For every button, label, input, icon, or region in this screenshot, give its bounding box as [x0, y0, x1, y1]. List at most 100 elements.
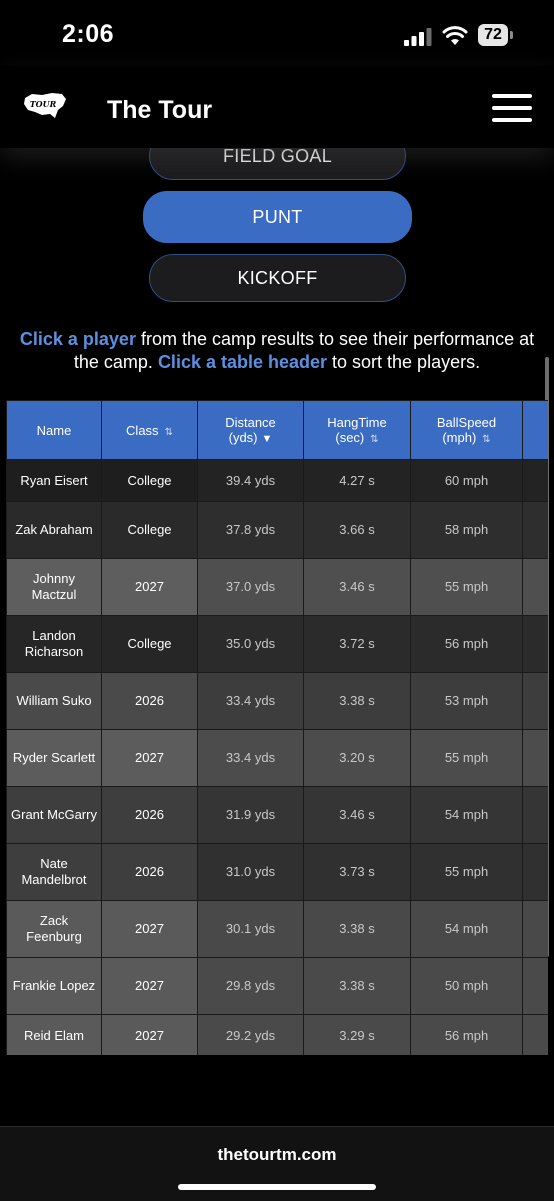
player-name[interactable]: Reid Elam [6, 1014, 102, 1055]
player-name[interactable]: Frankie Lopez [6, 957, 102, 1015]
status-time: 2:06 [62, 20, 115, 48]
ballspeed-value: 54 mph [410, 900, 523, 958]
app-title: The Tour [107, 96, 213, 124]
player-class: 2027 [101, 957, 198, 1015]
distance-value: 35.0 yds [197, 615, 304, 673]
distance-value: 29.8 yds [197, 957, 304, 1015]
home-indicator[interactable] [178, 1184, 376, 1190]
table-row[interactable]: Ryder Scarlett 2027 33.4 yds 3.20 s 55 mph [6, 729, 548, 787]
logo-text: TOUR [30, 99, 57, 109]
ballspeed-value: 56 mph [410, 615, 523, 673]
hangtime-value: 3.66 s [303, 501, 411, 559]
distance-value: 33.4 yds [197, 672, 304, 730]
sort-icon: ⇅ [164, 426, 173, 438]
cellular-signal-icon [404, 28, 432, 46]
hangtime-value: 3.38 s [303, 957, 411, 1015]
ballspeed-value: 56 mph [410, 1014, 523, 1055]
table-row[interactable]: Zak Abraham College 37.8 yds 3.66 s 58 mph [6, 501, 548, 559]
hidden-column-cell [522, 558, 548, 616]
distance-value: 37.0 yds [197, 558, 304, 616]
status-bar: 2:06 72 [0, 0, 554, 70]
hidden-column-cell [522, 786, 548, 844]
table-row[interactable]: Reid Elam 2027 29.2 yds 3.29 s 56 mph [6, 1014, 548, 1055]
table-row[interactable]: William Suko 2026 33.4 yds 3.38 s 53 mph [6, 672, 548, 730]
click-player-link[interactable]: Click a player [20, 329, 136, 349]
table-row[interactable]: Frankie Lopez 2027 29.8 yds 3.38 s 50 mph [6, 957, 548, 1015]
ballspeed-value: 58 mph [410, 501, 523, 559]
player-class: 2027 [101, 900, 198, 958]
url-bar[interactable]: thetourtm.com [0, 1145, 554, 1165]
table-row[interactable]: Nate Mandelbrot 2026 31.0 yds 3.73 s 55 mph [6, 843, 548, 901]
column-header-name[interactable]: Name [6, 400, 102, 460]
distance-value: 31.0 yds [197, 843, 304, 901]
distance-value: 31.9 yds [197, 786, 304, 844]
distance-value: 29.2 yds [197, 1014, 304, 1055]
table-row[interactable]: Ryan Eisert College 39.4 yds 4.27 s 60 mph [6, 459, 548, 502]
table-row[interactable]: Grant McGarry 2026 31.9 yds 3.46 s 54 mph [6, 786, 548, 844]
hidden-column-cell [522, 501, 548, 559]
player-class: 2027 [101, 558, 198, 616]
wifi-icon [442, 26, 468, 45]
player-class: 2027 [101, 729, 198, 787]
column-header-more[interactable] [522, 400, 548, 460]
distance-value: 30.1 yds [197, 900, 304, 958]
hangtime-value: 3.46 s [303, 558, 411, 616]
browser-bottom-bar: thetourtm.com [0, 1126, 554, 1201]
hidden-column-cell [522, 615, 548, 673]
column-header-distance[interactable]: Distance (yds) ▼ [197, 400, 304, 460]
table-row[interactable]: Landon Richarson College 35.0 yds 3.72 s 56 … [6, 615, 548, 673]
player-name[interactable]: Nate Mandelbrot [6, 843, 102, 901]
ballspeed-value: 54 mph [410, 786, 523, 844]
table-row[interactable]: Johnny Mactzul 2027 37.0 yds 3.46 s 55 mph [6, 558, 548, 616]
hangtime-value: 3.29 s [303, 1014, 411, 1055]
results-table-container[interactable]: Name Class ⇅ Distance (yds) ▼ HangTime (sec)… [6, 400, 548, 1055]
hidden-column-cell [522, 957, 548, 1015]
hangtime-value: 3.38 s [303, 672, 411, 730]
app-header: TOUR The Tour [0, 66, 554, 148]
sort-icon: ⇅ [370, 434, 379, 445]
hidden-column-cell [522, 900, 548, 958]
tab-punt[interactable]: PUNT [143, 191, 412, 243]
hidden-column-cell [522, 1014, 548, 1055]
player-name[interactable]: Grant McGarry [6, 786, 102, 844]
distance-value: 37.8 yds [197, 501, 304, 559]
hangtime-value: 4.27 s [303, 459, 411, 502]
the-tour-logo[interactable]: TOUR [22, 88, 68, 122]
hangtime-value: 3.72 s [303, 615, 411, 673]
results-table: Name Class ⇅ Distance (yds) ▼ HangTime (sec)… [6, 400, 548, 1055]
column-header-class[interactable]: Class ⇅ [101, 400, 198, 460]
player-class: College [101, 501, 198, 559]
tab-kickoff[interactable]: KICKOFF [149, 254, 406, 302]
player-name[interactable]: Ryder Scarlett [6, 729, 102, 787]
player-class: College [101, 615, 198, 673]
table-row[interactable]: Zack Feenburg 2027 30.1 yds 3.38 s 54 mph [6, 900, 548, 958]
ballspeed-value: 53 mph [410, 672, 523, 730]
player-name[interactable]: Zack Feenburg [6, 900, 102, 958]
player-name[interactable]: William Suko [6, 672, 102, 730]
player-name[interactable]: Ryan Eisert [6, 459, 102, 502]
click-header-link[interactable]: Click a table header [158, 352, 327, 372]
ballspeed-value: 55 mph [410, 558, 523, 616]
hidden-column-cell [522, 843, 548, 901]
ballspeed-value: 55 mph [410, 729, 523, 787]
table-header-row: Name Class ⇅ Distance (yds) ▼ HangTime (sec)… [6, 400, 548, 460]
sort-icon: ⇅ [482, 434, 491, 445]
hidden-column-cell [522, 672, 548, 730]
player-class: 2026 [101, 786, 198, 844]
instructions-text: Click a player from the camp results to … [19, 329, 535, 372]
player-class: College [101, 459, 198, 502]
hangtime-value: 3.73 s [303, 843, 411, 901]
player-name[interactable]: Landon Richarson [6, 615, 102, 673]
ballspeed-value: 60 mph [410, 459, 523, 502]
player-name[interactable]: Zak Abraham [6, 501, 102, 559]
column-header-hangtime[interactable]: HangTime (sec) ⇅ [303, 400, 411, 460]
main-content: FIELD GOAL PUNT KICKOFF Click a player f… [0, 120, 554, 1126]
hamburger-menu-icon[interactable] [492, 94, 532, 124]
ballspeed-value: 55 mph [410, 843, 523, 901]
sort-descending-icon: ▼ [261, 433, 273, 445]
hidden-column-cell [522, 729, 548, 787]
player-class: 2026 [101, 843, 198, 901]
battery-level: 72 [478, 24, 508, 46]
column-header-ballspeed[interactable]: BallSpeed (mph) ⇅ [410, 400, 523, 460]
player-name[interactable]: Johnny Mactzul [6, 558, 102, 616]
